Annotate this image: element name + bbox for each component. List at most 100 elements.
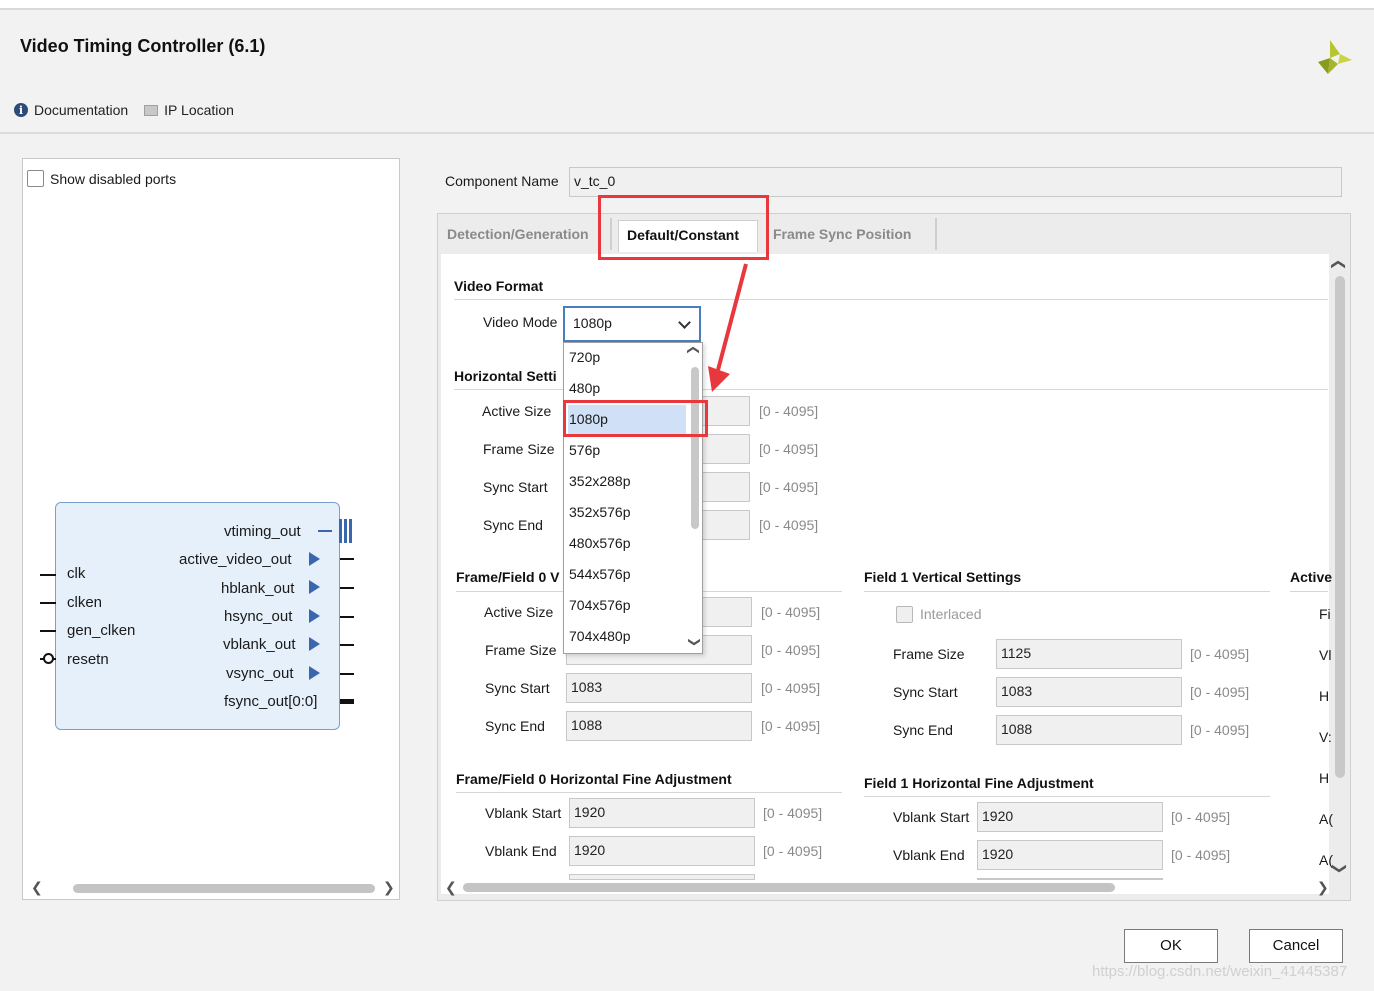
v0-sync-end-input[interactable]: 1088: [566, 711, 752, 741]
output-arrow-icon: [309, 637, 320, 651]
option-704x576p[interactable]: 704x576p: [568, 591, 686, 622]
folder-icon: [144, 104, 159, 116]
scroll-left-icon[interactable]: ❮: [31, 879, 43, 896]
reset-bubble-icon: [43, 653, 54, 664]
ip-location-link[interactable]: IP Location: [144, 102, 234, 118]
f0-vblank-end-label: Vblank End: [485, 843, 557, 859]
component-name-input[interactable]: v_tc_0: [569, 167, 1342, 197]
v1-sync-end-input[interactable]: 1088: [996, 715, 1182, 745]
tab-frame-sync-position[interactable]: Frame Sync Position: [765, 220, 919, 252]
ok-button[interactable]: OK: [1124, 929, 1218, 963]
h-sync-end-input[interactable]: [700, 510, 750, 540]
bus-bar-icon: [339, 519, 342, 543]
v0-frame-size-range: [0 - 4095]: [761, 642, 821, 658]
option-720p[interactable]: 720p: [568, 343, 686, 374]
pin-line: [340, 558, 354, 560]
port-active-video-out: active_video_out: [179, 551, 292, 568]
h-sync-start-range: [0 - 4095]: [759, 479, 819, 495]
f1-vblank-end-range: [0 - 4095]: [1171, 847, 1231, 863]
scroll-right-icon[interactable]: ❯: [1317, 879, 1329, 896]
port-resetn: resetn: [67, 651, 109, 668]
option-576p[interactable]: 576p: [568, 436, 686, 467]
option-352x288p[interactable]: 352x288p: [568, 467, 686, 498]
section-divider: [454, 299, 1328, 300]
v1-frame-size-input[interactable]: 1125: [996, 639, 1182, 669]
checkbox-box[interactable]: [27, 170, 44, 187]
pin-line: [340, 587, 354, 589]
f1-vblank-end-label: Vblank End: [893, 847, 965, 863]
show-disabled-ports-label: Show disabled ports: [50, 170, 177, 187]
video-mode-dropdown[interactable]: 720p 480p 1080p 576p 352x288p 352x576p 4…: [563, 342, 703, 654]
h-frame-size-label: Frame Size: [483, 441, 555, 457]
option-704x480p[interactable]: 704x480p: [568, 622, 686, 653]
pin-line: [40, 602, 56, 604]
f0-vblank-end-range: [0 - 4095]: [763, 843, 823, 859]
port-vblank-out: vblank_out: [223, 636, 296, 653]
content-vscrollbar[interactable]: ❮ ❯: [1330, 256, 1350, 880]
v1-sync-start-input[interactable]: 1083: [996, 677, 1182, 707]
video-mode-value: 1080p: [573, 315, 612, 331]
scroll-down-icon[interactable]: ❯: [1331, 863, 1348, 875]
bus-connector-icon: [318, 530, 332, 532]
tab-detection-generation[interactable]: Detection/Generation: [439, 220, 597, 252]
port-gen-clken: gen_clken: [67, 622, 136, 639]
v1-sync-end-range: [0 - 4095]: [1190, 722, 1250, 738]
content-hscrollbar[interactable]: ❮ ❯: [441, 879, 1329, 896]
option-480x576p[interactable]: 480x576p: [568, 529, 686, 560]
h-frame-size-range: [0 - 4095]: [759, 441, 819, 457]
scroll-left-icon[interactable]: ❮: [445, 879, 457, 896]
v1-sync-start-range: [0 - 4095]: [1190, 684, 1250, 700]
symbol-hscrollbar[interactable]: ❮ ❯: [25, 879, 397, 896]
h-frame-size-input[interactable]: [700, 434, 750, 464]
interlaced-checkbox[interactable]: [896, 606, 913, 623]
interlaced-label: Interlaced: [920, 606, 982, 622]
scroll-down-icon[interactable]: ❯: [688, 637, 702, 647]
f1-vblank-start-input[interactable]: 1920: [977, 802, 1163, 832]
section-divider: [864, 591, 1270, 592]
video-mode-select[interactable]: 1080p: [563, 306, 701, 342]
v1-frame-size-label: Frame Size: [893, 646, 965, 662]
pin-line: [40, 574, 56, 576]
scroll-thumb[interactable]: [1335, 276, 1345, 778]
pin-line: [340, 644, 354, 646]
h-sync-start-label: Sync Start: [483, 479, 548, 495]
port-vsync-out: vsync_out: [226, 665, 294, 682]
f0-vblank-start-input[interactable]: 1920: [569, 798, 755, 828]
scroll-up-icon[interactable]: ❮: [1330, 259, 1347, 271]
bus-bar-icon: [344, 519, 347, 543]
f0-vblank-start-range: [0 - 4095]: [763, 805, 823, 821]
field1-fine-heading: Field 1 Horizontal Fine Adjustment: [864, 775, 1094, 791]
f1-vblank-start-label: Vblank Start: [893, 809, 970, 825]
output-arrow-icon: [309, 552, 320, 566]
horizontal-settings-heading: Horizontal Setti: [454, 368, 557, 384]
h-sync-start-input[interactable]: [700, 472, 750, 502]
info-icon: i: [14, 103, 28, 117]
field1-vertical-heading: Field 1 Vertical Settings: [864, 569, 1022, 585]
show-disabled-ports-checkbox[interactable]: Show disabled ports: [27, 170, 176, 187]
active-heading: Active: [1290, 569, 1333, 585]
documentation-link[interactable]: i Documentation: [14, 102, 128, 118]
section-divider: [1290, 591, 1328, 592]
scroll-right-icon[interactable]: ❯: [383, 879, 395, 896]
h-active-size-range: [0 - 4095]: [759, 403, 819, 419]
f1-vblank-end-input[interactable]: 1920: [977, 840, 1163, 870]
f1-vblank-start-range: [0 - 4095]: [1171, 809, 1231, 825]
cancel-button[interactable]: Cancel: [1249, 929, 1343, 963]
scroll-thumb[interactable]: [691, 367, 699, 529]
highlight-box-tab: [598, 195, 769, 260]
option-544x576p[interactable]: 544x576p: [568, 560, 686, 591]
h-sync-end-range: [0 - 4095]: [759, 517, 819, 533]
option-352x576p[interactable]: 352x576p: [568, 498, 686, 529]
dialog-title: Video Timing Controller (6.1): [20, 36, 266, 56]
scroll-up-icon[interactable]: ❮: [687, 345, 701, 355]
pin-line: [40, 630, 56, 632]
xilinx-logo-icon: [1318, 40, 1352, 74]
scroll-thumb[interactable]: [463, 883, 1115, 892]
tab-separator: [935, 218, 937, 250]
scroll-thumb[interactable]: [73, 884, 375, 893]
port-hsync-out: hsync_out: [224, 608, 293, 625]
f0-vblank-end-input[interactable]: 1920: [569, 836, 755, 866]
v0-sync-start-input[interactable]: 1083: [566, 673, 752, 703]
chevron-down-icon[interactable]: [678, 316, 691, 329]
v0-sync-end-range: [0 - 4095]: [761, 718, 821, 734]
